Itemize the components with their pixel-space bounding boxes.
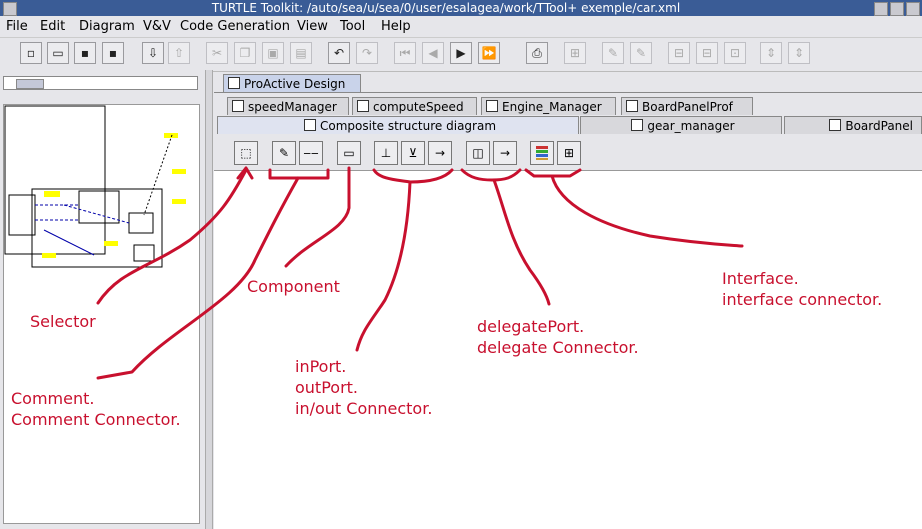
annotation-component: Component: [247, 277, 340, 296]
save-as-icon[interactable]: ▪: [102, 42, 124, 64]
export-icon[interactable]: ⇧: [168, 42, 190, 64]
menu-help[interactable]: Help: [381, 19, 411, 34]
component-icon: [631, 119, 644, 131]
component-icon: [829, 119, 842, 131]
close-icon[interactable]: [906, 2, 920, 16]
annotation-selector: Selector: [30, 312, 96, 331]
comment-button[interactable]: ✎: [272, 141, 296, 165]
tab-boardpanel[interactable]: BoardPanel: [784, 116, 922, 134]
import-icon[interactable]: ⇩: [142, 42, 164, 64]
title-bar: TURTLE Toolkit: /auto/sea/u/sea/0/user/e…: [0, 0, 922, 16]
menu-edit[interactable]: Edit: [40, 19, 65, 34]
main-toolbar: ▫ ▭ ▪ ▪ ⇩ ⇧ ✂ ❐ ▣ ▤ ↶ ↷ ⏮ ◀ ▶ ⏩ ⎙ ⊞ ✎ ✎ …: [0, 37, 922, 72]
selector-button[interactable]: ⬚: [234, 141, 258, 165]
interface-icon: [536, 146, 548, 160]
align2-icon[interactable]: ⇕: [788, 42, 810, 64]
forward-icon[interactable]: ⏩: [478, 42, 500, 64]
menu-bar: File Edit Diagram V&V Code Generation Vi…: [0, 17, 922, 36]
redo-icon[interactable]: ↷: [356, 42, 378, 64]
tab-speedmanager[interactable]: speedManager: [227, 97, 349, 115]
cut-icon[interactable]: ✂: [206, 42, 228, 64]
minimize-icon[interactable]: [874, 2, 888, 16]
menu-file[interactable]: File: [6, 19, 28, 34]
undo-icon[interactable]: ↶: [328, 42, 350, 64]
interface-button[interactable]: [530, 141, 554, 165]
component-icon: [357, 100, 369, 112]
save-icon[interactable]: ▪: [74, 42, 96, 64]
composite-icon: [303, 119, 316, 131]
maximize-icon[interactable]: [890, 2, 904, 16]
back-icon[interactable]: ◀: [422, 42, 444, 64]
tree-icon[interactable]: ⊞: [564, 42, 586, 64]
menu-tool[interactable]: Tool: [340, 19, 365, 34]
menu-code-generation[interactable]: Code Generation: [180, 19, 290, 34]
tab-composite-structure-diagram[interactable]: Composite structure diagram: [217, 116, 579, 134]
first-icon[interactable]: ⏮: [394, 42, 416, 64]
graph2-icon[interactable]: ⊟: [696, 42, 718, 64]
tab-proactive-design[interactable]: ProActive Design: [223, 74, 361, 92]
diagram-toolbar: ⬚ ✎ ‒‒ ▭ ⊥ ⊻ → ◫ → ⊞: [214, 136, 922, 171]
graph3-icon[interactable]: ⊡: [724, 42, 746, 64]
tab-boardpanelprof[interactable]: BoardPanelProf: [621, 97, 753, 115]
delegate-connector-button[interactable]: →: [493, 141, 517, 165]
in-out-connector-button[interactable]: →: [428, 141, 452, 165]
delete-icon[interactable]: ▤: [290, 42, 312, 64]
annotation-delegate: delegatePort. delegate Connector.: [477, 317, 639, 357]
splitter[interactable]: [205, 70, 213, 529]
annotation-ports: inPort. outPort. in/out Connector.: [295, 357, 433, 418]
annotation-comment: Comment. Comment Connector.: [11, 389, 181, 429]
graph-icon[interactable]: ⊟: [668, 42, 690, 64]
copy-icon[interactable]: ❐: [234, 42, 256, 64]
new-file-icon[interactable]: ▫: [20, 42, 42, 64]
window-title: TURTLE Toolkit: /auto/sea/u/sea/0/user/e…: [211, 1, 681, 15]
inport-button[interactable]: ⊥: [374, 141, 398, 165]
menu-vv[interactable]: V&V: [143, 19, 171, 34]
overview-pane: [0, 70, 205, 529]
menu-diagram[interactable]: Diagram: [79, 19, 135, 34]
print-icon[interactable]: ⎙: [526, 42, 548, 64]
component-button[interactable]: ▭: [337, 141, 361, 165]
component-icon: [232, 100, 244, 112]
outport-button[interactable]: ⊻: [401, 141, 425, 165]
annotation-interface: Interface. interface connector.: [722, 269, 883, 309]
window-menu-icon[interactable]: [3, 2, 17, 16]
tab-divider: [214, 92, 922, 93]
delegate-port-button[interactable]: ◫: [466, 141, 490, 165]
scroll-thumb[interactable]: [16, 79, 44, 89]
tab-computespeed[interactable]: computeSpeed: [352, 97, 477, 115]
design-icon: [228, 77, 240, 89]
wand-icon[interactable]: ✎: [602, 42, 624, 64]
horizontal-scrollbar[interactable]: [3, 76, 198, 90]
component-icon: [626, 100, 638, 112]
wand2-icon[interactable]: ✎: [630, 42, 652, 64]
interface-connector-button[interactable]: ⊞: [557, 141, 581, 165]
comment-connector-button[interactable]: ‒‒: [299, 141, 323, 165]
tab-engine-manager[interactable]: Engine_Manager: [481, 97, 616, 115]
paste-icon[interactable]: ▣: [262, 42, 284, 64]
align-icon[interactable]: ⇕: [760, 42, 782, 64]
tab-gear-manager[interactable]: gear_manager: [580, 116, 782, 134]
menu-view[interactable]: View: [297, 19, 328, 34]
component-icon: [486, 100, 498, 112]
play-icon[interactable]: ▶: [450, 42, 472, 64]
open-folder-icon[interactable]: ▭: [47, 42, 69, 64]
